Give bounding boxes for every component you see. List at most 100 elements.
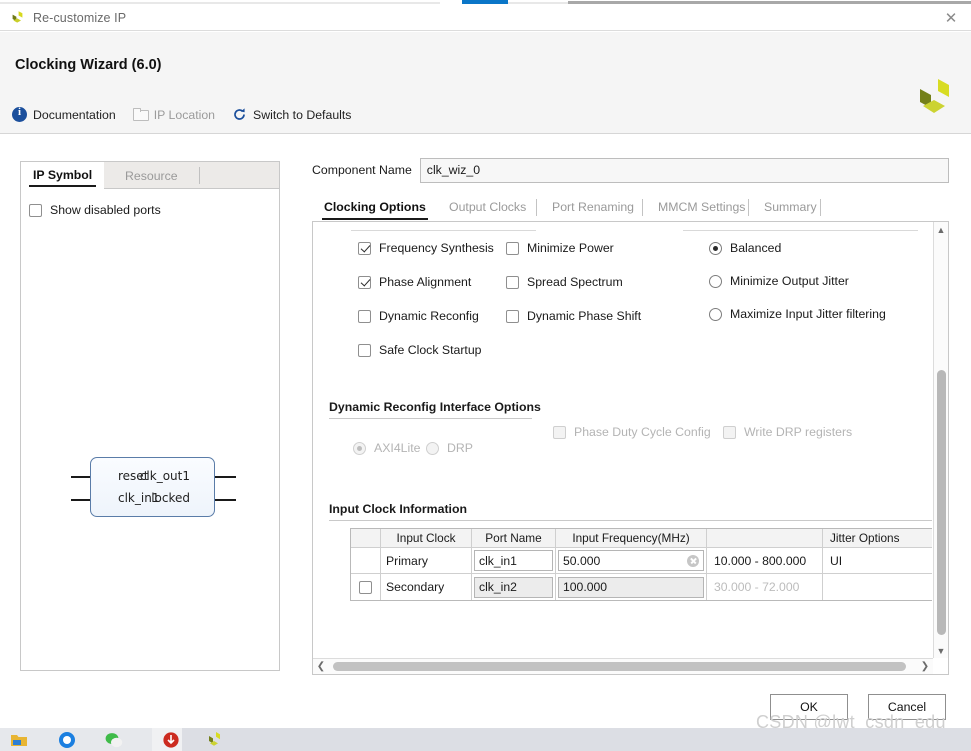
drp-label: DRP: [447, 441, 473, 455]
window-titlebar: Re-customize IP ✕: [0, 5, 971, 31]
dynamic-reconfig-label: Dynamic Reconfig: [379, 309, 479, 323]
phase-duty-cycle-box[interactable]: [553, 425, 566, 439]
switch-to-defaults-label: Switch to Defaults: [253, 107, 352, 122]
secondary-frequency-input[interactable]: 100.000: [558, 576, 704, 598]
row-primary-select: [351, 548, 381, 574]
row-secondary-jitter-options[interactable]: [823, 574, 932, 600]
radio-balanced[interactable]: Balanced: [709, 241, 781, 255]
scroll-left-icon[interactable]: ❮: [313, 659, 329, 674]
checkbox-phase-duty-cycle-config[interactable]: Phase Duty Cycle Config: [553, 425, 711, 439]
tab-summary[interactable]: Summary: [752, 193, 829, 221]
checkbox-spread-spectrum[interactable]: Spread Spectrum: [506, 275, 623, 289]
horizontal-scrollbar[interactable]: ❮ ❯: [313, 658, 933, 674]
axi4lite-radio[interactable]: [353, 441, 366, 455]
row-secondary-input-clock: Secondary: [381, 574, 472, 600]
write-drp-registers-box[interactable]: [723, 425, 736, 439]
documentation-label: Documentation: [33, 107, 116, 122]
active-tab-indicator: [462, 0, 508, 4]
tab-output-clocks[interactable]: Output Clocks: [437, 193, 538, 221]
checkbox-safe-clock-startup[interactable]: Safe Clock Startup: [358, 343, 482, 357]
pdf-icon[interactable]: [162, 731, 180, 749]
tab-resource[interactable]: Resource: [113, 162, 190, 189]
minimize-power-label: Minimize Power: [527, 241, 614, 255]
cancel-button[interactable]: Cancel: [868, 694, 946, 720]
row-primary-range: 10.000 - 800.000: [707, 548, 823, 574]
safe-clock-startup-label: Safe Clock Startup: [379, 343, 482, 357]
port-lead-locked: [215, 499, 236, 502]
frequency-synthesis-box[interactable]: [358, 241, 371, 255]
drp-radio[interactable]: [426, 441, 439, 455]
ip-location-button[interactable]: IP Location: [132, 107, 216, 122]
input-clock-information-underline: [329, 520, 932, 521]
frequency-synthesis-label: Frequency Synthesis: [379, 241, 494, 255]
row-primary-jitter-options[interactable]: UI: [823, 548, 932, 574]
tab-ip-symbol-label: IP Symbol: [33, 167, 93, 182]
scroll-down-icon[interactable]: ▼: [934, 643, 948, 658]
tab-port-renaming-label: Port Renaming: [552, 200, 635, 214]
scroll-right-icon[interactable]: ❯: [917, 659, 933, 674]
dynamic-reconfig-box[interactable]: [358, 309, 371, 323]
component-name-input[interactable]: clk_wiz_0: [419, 157, 949, 183]
ip-location-label: IP Location: [153, 107, 216, 122]
close-icon[interactable]: ✕: [941, 9, 961, 27]
folder-icon[interactable]: [10, 731, 28, 749]
radio-maximize-input-jitter-filtering[interactable]: Maximize Input Jitter filtering: [709, 307, 886, 321]
wechat-icon[interactable]: [105, 731, 123, 749]
vertical-scrollbar[interactable]: ▲ ▼: [933, 222, 948, 658]
horizontal-scroll-thumb[interactable]: [333, 662, 906, 671]
primary-frequency-input[interactable]: 50.000: [558, 550, 704, 571]
spread-spectrum-box[interactable]: [506, 275, 519, 289]
minimize-output-jitter-radio[interactable]: [709, 274, 722, 288]
checkbox-phase-alignment[interactable]: Phase Alignment: [358, 275, 471, 289]
secondary-port-name-input[interactable]: clk_in2: [474, 576, 553, 598]
dynamic-phase-shift-box[interactable]: [506, 309, 519, 323]
browser-icon[interactable]: [58, 731, 76, 749]
maximize-input-jitter-radio[interactable]: [709, 307, 722, 321]
tab-ip-symbol[interactable]: IP Symbol: [21, 162, 105, 189]
strip-segment-mid: [508, 2, 568, 4]
checkbox-write-drp-registers[interactable]: Write DRP registers: [723, 425, 852, 439]
table-row: Secondary clk_in2 100.000 30.000 - 72.00…: [351, 574, 932, 600]
tab-clocking-options[interactable]: Clocking Options: [312, 193, 438, 221]
checkbox-dynamic-reconfig[interactable]: Dynamic Reconfig: [358, 309, 479, 323]
vivado-icon[interactable]: [206, 731, 224, 749]
input-clock-information-title: Input Clock Information: [329, 502, 467, 516]
balanced-radio[interactable]: [709, 241, 722, 255]
switch-to-defaults-button[interactable]: Switch to Defaults: [232, 107, 351, 122]
row-secondary-select[interactable]: [351, 574, 381, 600]
show-disabled-ports-checkbox[interactable]: Show disabled ports: [29, 203, 161, 217]
ip-port-locked: locked: [151, 491, 190, 505]
tab-port-renaming[interactable]: Port Renaming: [540, 193, 646, 221]
tab-mmcm-settings[interactable]: MMCM Settings: [646, 193, 757, 221]
th-range: [707, 529, 823, 548]
minimize-power-box[interactable]: [506, 241, 519, 255]
safe-clock-startup-box[interactable]: [358, 343, 371, 357]
scroll-up-icon[interactable]: ▲: [934, 222, 948, 237]
config-tabs: Clocking Options Output Clocks Port Rena…: [312, 193, 949, 221]
ok-button[interactable]: OK: [770, 694, 848, 720]
primary-port-name-input[interactable]: clk_in1: [474, 550, 553, 571]
checkbox-dynamic-phase-shift[interactable]: Dynamic Phase Shift: [506, 309, 641, 323]
row-secondary-frequency-cell: 100.000: [556, 574, 707, 600]
secondary-enable-checkbox[interactable]: [359, 580, 372, 594]
strip-segment-left: [0, 2, 440, 4]
component-name-label: Component Name: [312, 163, 412, 177]
window-title: Re-customize IP: [33, 10, 127, 25]
tab-summary-label: Summary: [764, 200, 817, 214]
show-disabled-ports-box[interactable]: [29, 203, 42, 217]
component-name-row: Component Name clk_wiz_0: [312, 157, 949, 183]
clear-icon[interactable]: [687, 554, 699, 567]
radio-minimize-output-jitter[interactable]: Minimize Output Jitter: [709, 274, 849, 288]
vertical-scroll-thumb[interactable]: [937, 370, 946, 635]
spread-spectrum-label: Spread Spectrum: [527, 275, 623, 289]
dialog-footer: OK Cancel: [0, 690, 971, 728]
documentation-button[interactable]: Documentation: [12, 106, 116, 122]
radio-axi4lite[interactable]: AXI4Lite: [353, 441, 421, 455]
checkbox-minimize-power[interactable]: Minimize Power: [506, 241, 614, 255]
phase-alignment-box[interactable]: [358, 275, 371, 289]
tab-mmcm-settings-label: MMCM Settings: [658, 200, 746, 214]
row-primary-frequency-cell: 50.000: [556, 548, 707, 574]
ip-header: Clocking Wizard (6.0) Documentation IP L…: [0, 32, 971, 134]
radio-drp[interactable]: DRP: [426, 441, 473, 455]
checkbox-frequency-synthesis[interactable]: Frequency Synthesis: [358, 241, 494, 255]
